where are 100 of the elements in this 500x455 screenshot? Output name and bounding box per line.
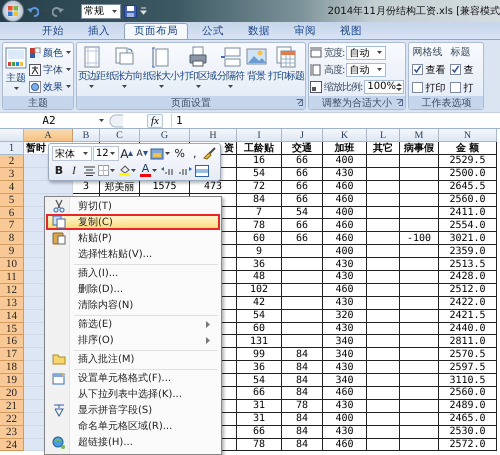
undo-icon[interactable] [27,5,39,17]
menu-item[interactable]: 清除内容(N) [46,297,220,313]
menu-item[interactable]: 选择性粘贴(V)... [46,246,220,262]
dropdown-field[interactable]: 自动 [346,46,386,60]
row-header[interactable]: 2 [0,155,24,168]
toolbar-button[interactable] [202,146,217,162]
row-header[interactable]: 24 [0,438,24,452]
column-header[interactable]: N [439,129,497,142]
row-header[interactable]: 7 [0,219,24,232]
ribbon-button[interactable]: 背景 [245,45,267,96]
column-header[interactable]: B [73,129,100,142]
toolbar-button[interactable]: % [172,146,187,162]
row-header[interactable]: 22 [0,412,24,426]
dialog-launcher-icon[interactable] [296,99,303,106]
row-header[interactable]: 9 [0,245,24,258]
splitter-handle-icon[interactable] [109,114,125,128]
row-header[interactable]: 10 [0,258,24,272]
office-button[interactable] [2,0,24,22]
menu-item[interactable]: 复制(C) [46,214,220,230]
ribbon-tab[interactable]: 数据 [238,23,280,39]
row-header[interactable]: 14 [0,310,24,323]
row-header[interactable]: 21 [0,400,24,413]
redo-icon[interactable] [52,5,64,17]
ribbon-tab[interactable]: 审阅 [284,23,326,39]
row-header[interactable]: 19 [0,374,24,388]
table-cell: 102 [237,284,282,297]
menu-item[interactable]: 剪切(T) [46,198,220,214]
column-header[interactable]: A [24,129,73,142]
toolbar-button[interactable] [118,162,138,178]
theme-option[interactable]: 颜色 [29,45,72,60]
ribbon-button[interactable]: 页边距 [78,45,105,96]
column-header[interactable]: M [400,129,439,142]
row-header[interactable]: 13 [0,296,24,310]
ribbon-tab[interactable]: 公式 [192,23,234,39]
ribbon-tab[interactable]: 开始 [32,23,74,39]
checkbox[interactable] [450,64,462,75]
row-header[interactable]: 23 [0,426,24,439]
menu-item[interactable]: 粘贴(P) [46,230,220,246]
column-header[interactable]: C [100,129,140,142]
font-size-combo[interactable]: 12 [92,146,119,161]
column-header[interactable]: L [367,129,400,142]
ribbon-tab[interactable]: 页面布局 [124,23,188,39]
row-header[interactable]: 4 [0,180,24,194]
formula-field[interactable]: 1 [170,114,183,127]
row-header[interactable]: 20 [0,387,24,400]
spin-box[interactable]: 100% [364,80,404,94]
table-cell [367,387,400,400]
row-header[interactable]: 16 [0,335,24,348]
row-header[interactable]: 18 [0,361,24,374]
toolbar-button[interactable]: A [120,146,134,162]
toolbar-button[interactable]: B [52,162,66,178]
row-header[interactable]: 5 [0,194,24,207]
column-header[interactable]: G [140,129,190,142]
row-header[interactable]: 17 [0,348,24,362]
ribbon-tab[interactable]: 视图 [330,23,372,39]
theme-option[interactable]: 效果 [29,79,72,94]
menu-item[interactable]: 排序(O) [46,332,220,348]
menu-item[interactable]: 从下拉列表中选择(K)... [46,386,220,402]
menu-item[interactable]: 命名单元格区域(R)... [46,418,220,434]
column-header[interactable]: I [237,129,282,142]
toolbar-button[interactable] [194,162,210,178]
insert-function-button[interactable]: fx [147,114,163,128]
column-header[interactable]: H [190,129,237,142]
themes-button[interactable]: 主题 [4,45,28,96]
row-header[interactable]: 15 [0,322,24,336]
ribbon-tab[interactable]: 插入 [78,23,120,39]
checkbox[interactable] [450,82,462,93]
ribbon-button[interactable]: 分隔符 [217,45,244,96]
row-header[interactable]: 6 [0,206,24,220]
toolbar-button[interactable] [150,146,172,162]
column-header[interactable]: K [323,129,367,142]
customize-icon[interactable] [140,7,147,15]
save-icon[interactable] [124,4,137,18]
toolbar-button[interactable]: A [139,162,159,178]
menu-item[interactable]: 显示拼音字段(S) [46,402,220,418]
ribbon-button[interactable]: 打印标题 [268,45,304,96]
row-header[interactable]: 12 [0,284,24,297]
style-combo[interactable]: 常规 [81,4,121,18]
spinner-arrows-icon[interactable] [396,82,402,92]
row-header[interactable]: 3 [0,168,24,181]
checkbox[interactable] [412,82,424,93]
menu-item[interactable]: 删除(D)... [46,281,220,297]
theme-option[interactable]: 字体 [29,62,72,77]
toolbar-button[interactable]: A [135,146,150,162]
checkbox[interactable] [412,64,424,75]
toolbar-button[interactable] [97,162,117,178]
menu-item[interactable]: 超链接(H)... [46,434,220,450]
row-header[interactable]: 1 [0,142,24,155]
column-header[interactable]: J [282,129,323,142]
dialog-launcher-icon[interactable] [396,99,404,106]
row-header[interactable]: 11 [0,271,24,284]
dropdown-field[interactable]: 自动 [346,62,386,76]
table-cell [367,245,400,258]
row-header[interactable]: 8 [0,232,24,246]
name-box[interactable]: A2 [0,114,98,127]
font-name-combo[interactable]: 宋体 [52,146,92,161]
ribbon-button[interactable]: 纸张方向 [106,45,142,96]
ribbon-button[interactable]: 纸张大小 [143,45,179,96]
toolbar-button[interactable]: I [67,162,81,178]
ribbon-button[interactable]: 打印区域 [180,45,216,96]
